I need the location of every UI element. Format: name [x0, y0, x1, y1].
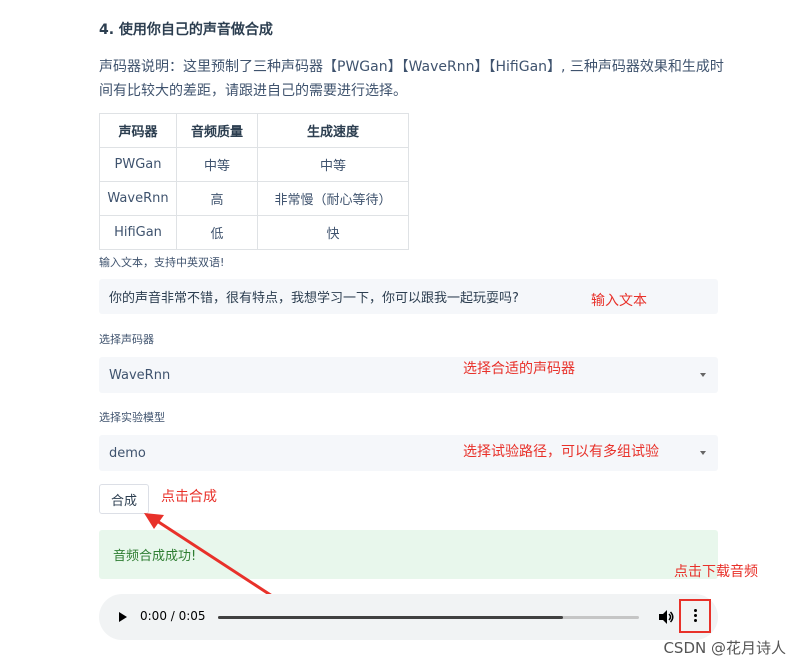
vocoder-select-label: 选择声码器	[99, 333, 154, 346]
vocoder-table: 声码器 音频质量 生成速度 PWGan 中等 中等 WaveRnn 高 非常慢（…	[99, 113, 409, 250]
vocoder-select[interactable]: WaveRnn	[99, 357, 718, 393]
table-cell: 非常慢（耐心等待）	[257, 181, 409, 216]
table-cell: 低	[176, 215, 258, 250]
volume-icon[interactable]	[658, 609, 674, 625]
watermark: CSDN @花月诗人	[663, 639, 786, 657]
text-input-label: 输入文本，支持中英双语!	[99, 256, 225, 269]
table-header: 声码器	[99, 113, 177, 148]
table-row: PWGan 中等 中等	[99, 147, 409, 182]
table-cell: 快	[257, 215, 409, 250]
vocoder-select-annotation: 选择合适的声码器	[463, 361, 575, 377]
table-header: 生成速度	[257, 113, 409, 148]
text-input-annotation: 输入文本	[591, 293, 647, 309]
model-select-label: 选择实验模型	[99, 411, 165, 424]
download-highlight	[679, 599, 711, 633]
audio-player[interactable]: 0:00 / 0:05	[99, 594, 718, 640]
synthesize-annotation: 点击合成	[161, 489, 217, 505]
table-header: 音频质量	[176, 113, 258, 148]
table-cell: 中等	[257, 147, 409, 182]
table-cell: WaveRnn	[99, 181, 177, 216]
table-row: HifiGan 低 快	[99, 215, 409, 250]
audio-time: 0:00 / 0:05	[140, 609, 206, 623]
table-header-row: 声码器 音频质量 生成速度	[99, 113, 409, 148]
model-select-value: demo	[109, 445, 146, 461]
text-input-value: 你的声音非常不错，很有特点，我想学习一下，你可以跟我一起玩耍吗?	[109, 291, 519, 306]
vocoder-select-value: WaveRnn	[109, 367, 171, 383]
table-cell: HifiGan	[99, 215, 177, 250]
chevron-down-icon	[700, 373, 706, 377]
table-row: WaveRnn 高 非常慢（耐心等待）	[99, 181, 409, 216]
play-icon[interactable]	[119, 612, 127, 622]
table-cell: PWGan	[99, 147, 177, 182]
table-cell: 高	[176, 181, 258, 216]
download-annotation: 点击下载音频	[674, 564, 758, 580]
section-title: 4. 使用你自己的声音做合成	[99, 22, 273, 38]
audio-progress-track[interactable]	[218, 616, 639, 619]
vocoder-description: 声码器说明：这里预制了三种声码器【PWGan】【WaveRnn】【HifiGan…	[99, 59, 724, 99]
model-select-annotation: 选择试验路径，可以有多组试验	[463, 444, 659, 460]
more-options-icon[interactable]	[694, 609, 697, 624]
chevron-down-icon	[700, 451, 706, 455]
table-cell: 中等	[176, 147, 258, 182]
audio-progress-fill	[218, 616, 564, 619]
